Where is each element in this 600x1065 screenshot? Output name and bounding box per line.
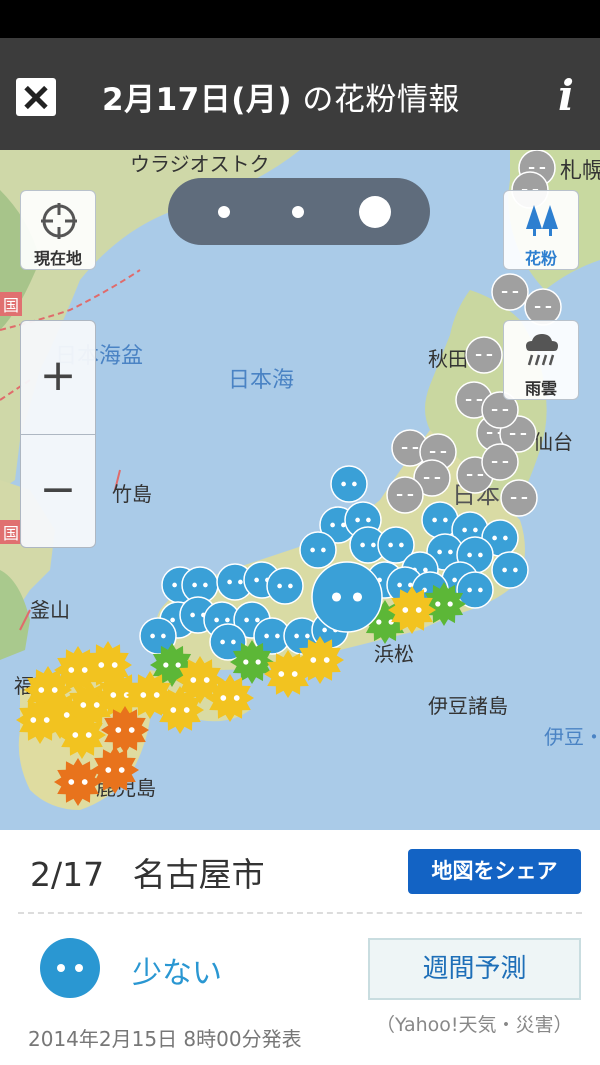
pollen-map[interactable]: ウラジオストク 札幌 日本海盆 日本海 秋田 仙台 竹島 釜山 浜松 伊豆諸島 … xyxy=(0,150,600,830)
pollen-marker-none[interactable] xyxy=(465,336,503,374)
divider xyxy=(18,912,582,914)
timeline-dot-1[interactable] xyxy=(218,206,230,218)
title-date: 2月17日(月) xyxy=(102,82,293,118)
share-map-button[interactable]: 地図をシェア xyxy=(408,849,581,894)
timeline-dot-2[interactable] xyxy=(292,206,304,218)
pollen-marker-none[interactable] xyxy=(500,479,538,517)
info-icon[interactable]: i xyxy=(548,70,584,122)
location-heading: 2/17 名古屋市 xyxy=(30,848,265,896)
zoom-out-button[interactable]: − xyxy=(21,435,95,548)
pollen-level-text: 少ない xyxy=(132,956,222,991)
info-panel: 2/17 名古屋市 地図をシェア 少ない 週間予測 （Yahoo!天気・災害） … xyxy=(0,830,600,1065)
crosshair-icon xyxy=(41,203,77,239)
published-time: 2014年2月15日 8時00分発表 xyxy=(28,1027,302,1051)
weekly-forecast-button[interactable]: 週間予測 xyxy=(368,938,581,1000)
pollen-layer-button[interactable]: 花粉 xyxy=(503,190,579,270)
pollen-marker-none[interactable] xyxy=(386,476,424,514)
close-icon[interactable] xyxy=(16,78,56,116)
pollen-level-low-icon xyxy=(40,938,100,998)
zoom-control: + − xyxy=(20,320,96,548)
data-source: （Yahoo!天気・災害） xyxy=(376,1014,573,1036)
rain-layer-button[interactable]: 雨雲 xyxy=(503,320,579,400)
location-city: 名古屋市 xyxy=(132,855,265,894)
rain-cloud-icon xyxy=(526,334,558,366)
pollen-marker-low[interactable] xyxy=(491,551,529,589)
pollen-marker-low[interactable] xyxy=(266,567,304,605)
header: 2月17日(月) の花粉情報 i xyxy=(0,38,600,150)
pollen-marker-none[interactable] xyxy=(481,443,519,481)
selected-city-marker[interactable] xyxy=(311,561,383,633)
title-suffix: の花粉情報 xyxy=(302,82,460,118)
pollen-marker-very-high[interactable] xyxy=(54,758,102,806)
status-bar xyxy=(0,0,600,38)
zoom-in-button[interactable]: + xyxy=(21,321,95,434)
pollen-marker-low[interactable] xyxy=(299,531,337,569)
page-title: 2月17日(月) の花粉情報 xyxy=(102,74,460,119)
timeline-slider[interactable] xyxy=(168,178,430,245)
location-date: 2/17 xyxy=(30,855,105,894)
rain-layer-label: 雨雲 xyxy=(524,379,557,398)
pollen-layer-label: 花粉 xyxy=(524,249,557,268)
cedar-tree-icon xyxy=(526,205,558,236)
pollen-marker-low[interactable] xyxy=(330,465,368,503)
locate-label: 現在地 xyxy=(33,249,82,268)
locate-button[interactable]: 現在地 xyxy=(20,190,96,270)
timeline-dot-3-selected[interactable] xyxy=(359,196,391,228)
pollen-marker-none[interactable] xyxy=(491,273,529,311)
